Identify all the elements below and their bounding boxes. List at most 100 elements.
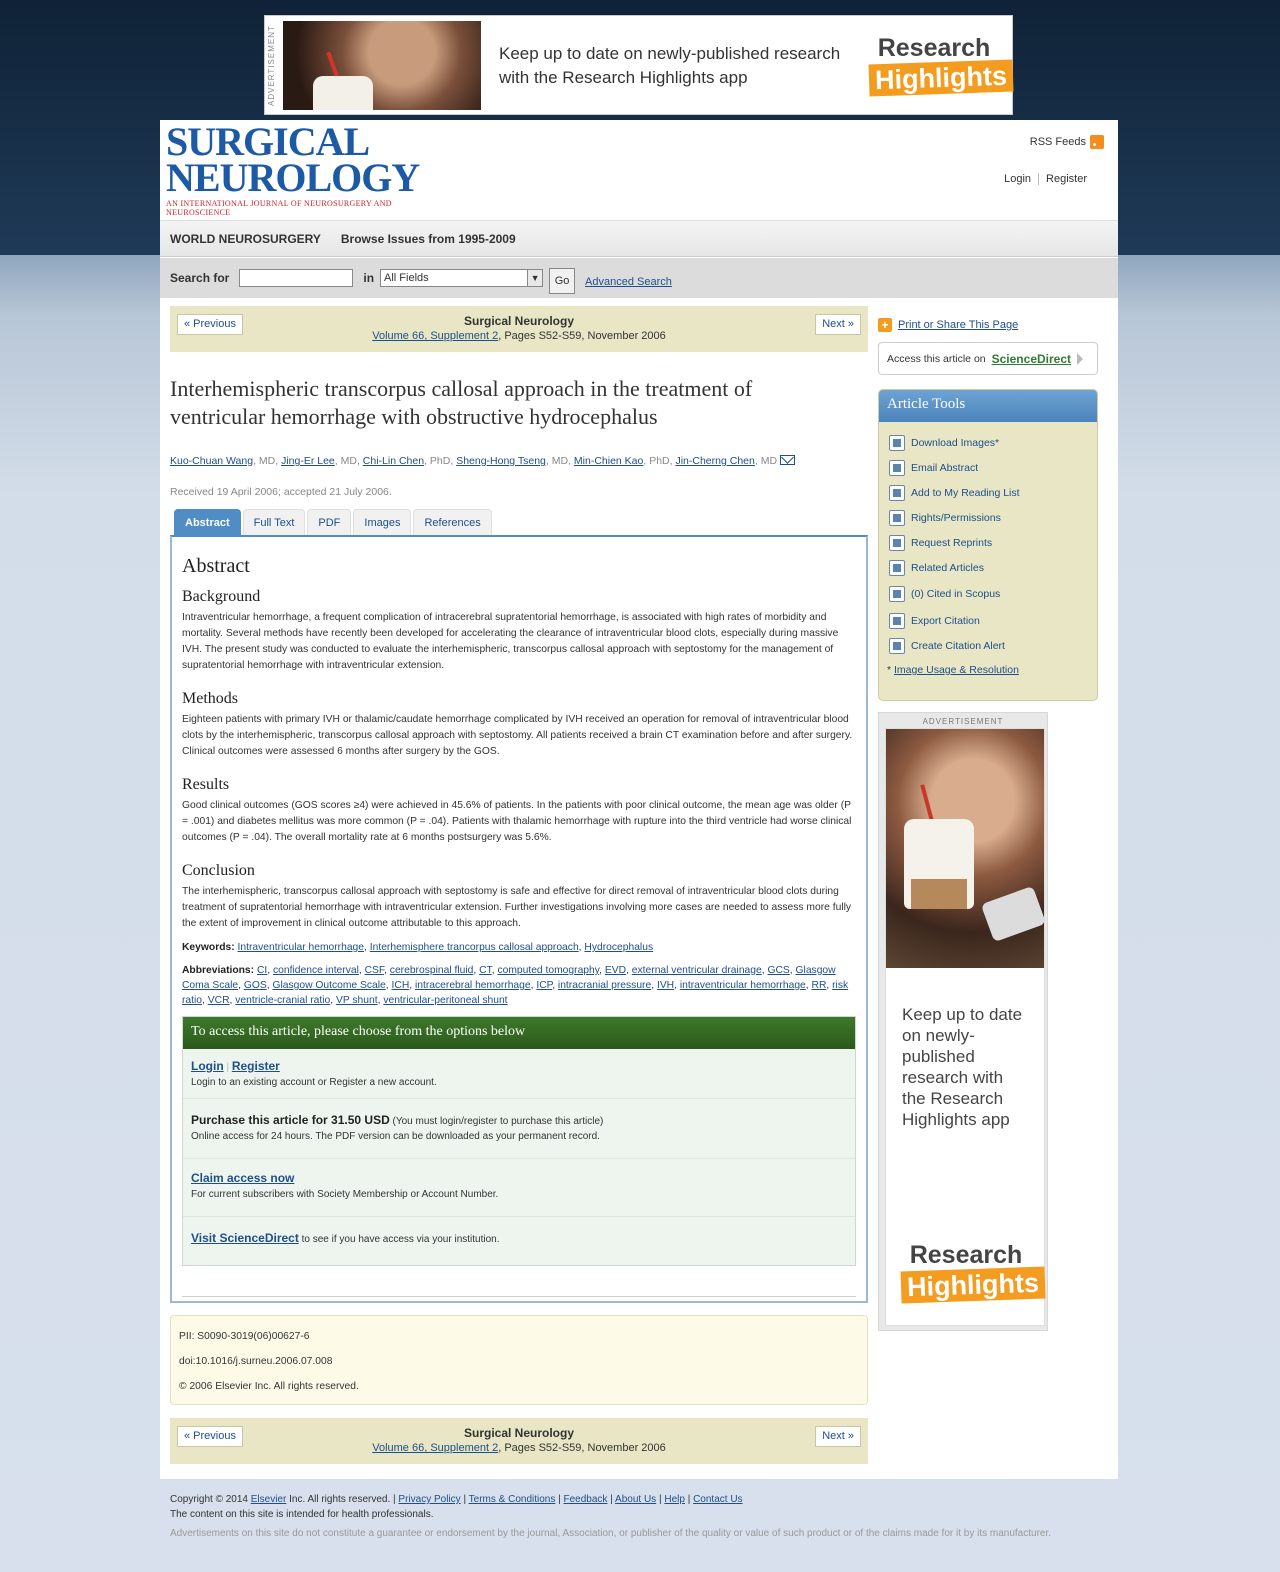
print-share-link[interactable]: + Print or Share This Page <box>878 318 1018 332</box>
tool-export-citation[interactable]: Export Citation <box>879 608 1097 633</box>
sciencedirect-access[interactable]: Access this article on ScienceDirect <box>878 342 1098 375</box>
abbrev-link[interactable]: confidence interval <box>273 965 359 976</box>
access-login-link[interactable]: Login <box>191 1059 224 1073</box>
next-button[interactable]: Next » <box>815 1426 861 1447</box>
section-text: Good clinical outcomes (GOS scores ≥4) w… <box>182 800 852 843</box>
tool-download-images[interactable]: Download Images* <box>879 430 1097 455</box>
next-button[interactable]: Next » <box>815 314 861 335</box>
search-field-select[interactable]: All Fields ▼ <box>380 269 544 287</box>
abbrev-link[interactable]: GCS <box>767 965 789 976</box>
email-icon[interactable] <box>779 455 795 465</box>
abbrev-link[interactable]: ventricle-cranial ratio <box>235 995 330 1006</box>
abbrev-link[interactable]: CI <box>257 965 267 976</box>
journal-logo[interactable]: SURGICAL NEUROLOGY AN INTERNATIONAL JOUR… <box>166 122 446 218</box>
tool-cited-in-scopus[interactable]: (0) Cited in Scopus <box>879 580 1097 608</box>
section-text: The interhemispheric, transcorpus callos… <box>182 886 852 929</box>
image-usage-link[interactable]: Image Usage & Resolution <box>894 664 1019 676</box>
ad-photo <box>886 729 1044 968</box>
issue-nav-bottom: Surgical Neurology Volume 66, Supplement… <box>170 1418 868 1464</box>
elsevier-link[interactable]: Elsevier <box>251 1494 287 1505</box>
tool-related-articles[interactable]: Related Articles <box>879 555 1097 580</box>
previous-button[interactable]: « Previous <box>177 314 243 335</box>
reading-list-icon <box>889 484 905 501</box>
auth-links: Login Register <box>997 173 1094 185</box>
tab-full-text[interactable]: Full Text <box>242 509 306 535</box>
nav-browse-issues[interactable]: Browse Issues from 1995-2009 <box>341 232 516 246</box>
rss-feeds-link[interactable]: RSS Feeds <box>1030 135 1104 149</box>
article-tabs: Abstract Full Text PDF Images References <box>174 509 492 535</box>
advanced-search-link[interactable]: Advanced Search <box>585 276 672 288</box>
claim-access-link[interactable]: Claim access now <box>191 1171 294 1185</box>
tool-rights-permissions[interactable]: Rights/Permissions <box>879 505 1097 530</box>
abbrev-link[interactable]: RR <box>812 980 827 991</box>
purchase-label: Purchase this article for 31.50 USD <box>191 1113 390 1127</box>
abbrev-link[interactable]: cerebrospinal fluid <box>390 965 474 976</box>
previous-button[interactable]: « Previous <box>177 1426 243 1447</box>
about-us-link[interactable]: About Us <box>615 1494 656 1505</box>
search-input[interactable] <box>239 269 354 287</box>
abbrev-link[interactable]: ICH <box>392 980 410 991</box>
help-link[interactable]: Help <box>664 1494 685 1505</box>
sciencedirect-logo: ScienceDirect <box>991 351 1072 366</box>
health-notice: The content on this site is intended for… <box>170 1509 434 1520</box>
feedback-link[interactable]: Feedback <box>564 1494 608 1505</box>
abbrev-link[interactable]: VP shunt <box>336 995 378 1006</box>
access-register-link[interactable]: Register <box>232 1059 280 1073</box>
scopus-icon <box>889 586 905 602</box>
volume-link[interactable]: Volume 66, Supplement 2 <box>372 1442 498 1454</box>
issue-journal-name: Surgical Neurology <box>463 314 575 328</box>
sidebar-advertisement[interactable]: ADVERTISEMENT Keep up to date on newly-p… <box>878 712 1048 1331</box>
tab-images[interactable]: Images <box>353 509 412 535</box>
top-advertisement[interactable]: ADVERTISEMENT Keep up to date on newly-p… <box>264 15 1014 115</box>
keyword-link[interactable]: Interhemisphere trancorpus callosal appr… <box>370 942 579 953</box>
access-heading: To access this article, please choose fr… <box>183 1017 855 1049</box>
keyword-link[interactable]: Intraventricular hemorrhage <box>238 942 364 953</box>
login-link[interactable]: Login <box>997 173 1038 185</box>
search-go-button[interactable]: Go <box>549 268 576 294</box>
author-link[interactable]: Min-Chien Kao <box>574 455 643 467</box>
author-link[interactable]: Chi-Lin Chen <box>363 455 424 467</box>
abbrev-link[interactable]: CSF <box>365 965 384 976</box>
abstract-panel: Abstract Background Intraventricular hem… <box>170 535 868 1303</box>
tool-email-abstract[interactable]: Email Abstract <box>879 455 1097 480</box>
main-nav: WORLD NEUROSURGERY Browse Issues from 19… <box>160 220 1118 257</box>
abbrev-link[interactable]: IVH <box>657 980 674 991</box>
tab-references[interactable]: References <box>413 509 492 535</box>
lock-icon <box>889 509 905 526</box>
abbrev-link[interactable]: external ventricular drainage <box>632 965 762 976</box>
visit-sciencedirect-link[interactable]: Visit ScienceDirect <box>191 1231 299 1245</box>
volume-link[interactable]: Volume 66, Supplement 2 <box>372 330 498 342</box>
abbrev-link[interactable]: intracerebral hemorrhage <box>415 980 531 991</box>
keyword-link[interactable]: Hydrocephalus <box>584 942 653 953</box>
abbrev-link[interactable]: ventricular-peritoneal shunt <box>383 995 507 1006</box>
author-link[interactable]: Kuo-Chuan Wang <box>170 455 253 467</box>
abstract-heading: Abstract <box>182 555 250 577</box>
related-articles-icon <box>889 559 905 576</box>
tool-request-reprints[interactable]: Request Reprints <box>879 530 1097 555</box>
abbrev-link[interactable]: Glasgow Outcome Scale <box>272 980 385 991</box>
tab-abstract[interactable]: Abstract <box>174 509 241 535</box>
section-heading: Methods <box>182 690 238 707</box>
abbrev-link[interactable]: EVD <box>605 965 626 976</box>
author-link[interactable]: Jin-Cherng Chen <box>675 455 754 467</box>
tool-reading-list[interactable]: Add to My Reading List <box>879 480 1097 505</box>
register-link[interactable]: Register <box>1038 173 1094 185</box>
contact-us-link[interactable]: Contact Us <box>693 1494 742 1505</box>
privacy-policy-link[interactable]: Privacy Policy <box>398 1494 460 1505</box>
article-tools-panel: Article Tools Download Images* Email Abs… <box>878 389 1098 701</box>
nav-world-neurosurgery[interactable]: WORLD NEUROSURGERY <box>170 232 321 246</box>
tab-pdf[interactable]: PDF <box>307 509 352 535</box>
terms-link[interactable]: Terms & Conditions <box>469 1494 556 1505</box>
abbrev-link[interactable]: GOS <box>244 980 267 991</box>
abbrev-link[interactable]: CT <box>479 965 492 976</box>
abbrev-link[interactable]: intracranial pressure <box>558 980 651 991</box>
main-panel: SURGICAL NEUROLOGY AN INTERNATIONAL JOUR… <box>160 120 1118 1479</box>
abbrev-link[interactable]: ICP <box>536 980 552 991</box>
author-link[interactable]: Jing-Er Lee <box>281 455 335 467</box>
abbrev-link[interactable]: computed tomography <box>497 965 599 976</box>
abbrev-link[interactable]: intraventricular hemorrhage <box>680 980 806 991</box>
abbrev-link[interactable]: VCR <box>208 995 230 1006</box>
tool-citation-alert[interactable]: Create Citation Alert <box>879 633 1097 658</box>
author-link[interactable]: Sheng-Hong Tseng <box>456 455 546 467</box>
keywords: Keywords: Intraventricular hemorrhage, I… <box>182 942 654 953</box>
